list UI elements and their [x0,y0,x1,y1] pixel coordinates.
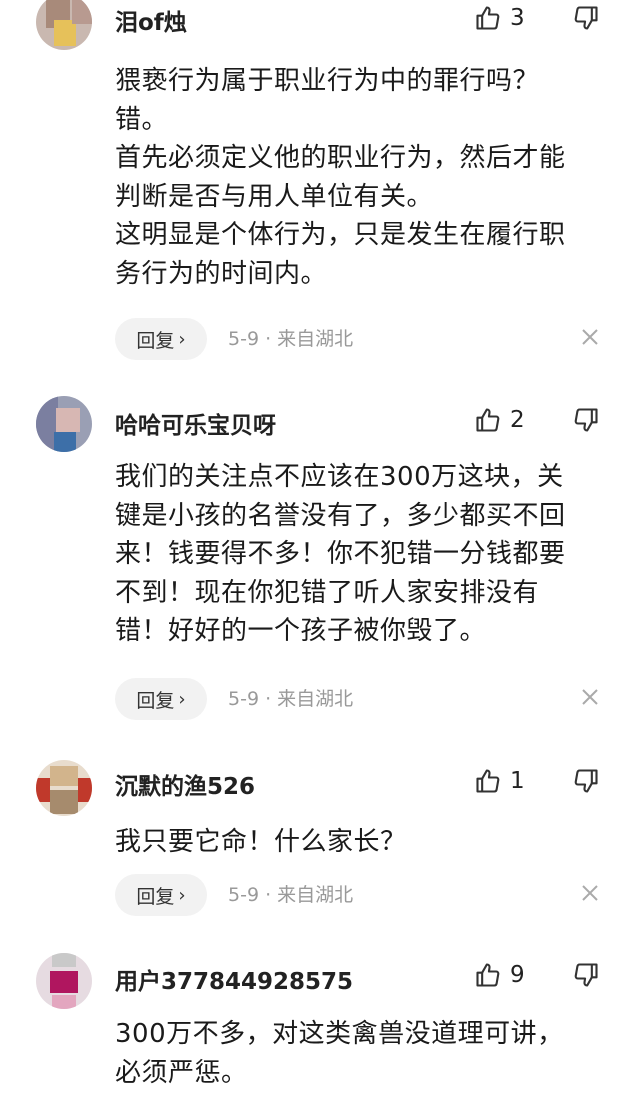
reply-label: 回复 [136,329,175,352]
like-button[interactable]: 9 [474,960,525,990]
chevron-right-icon: › [178,328,186,350]
comment-item: 用户377844928575 9 300万不多，对这类禽兽没道理可讲， 必须严惩… [0,945,640,1103]
comment-meta: 5-9 · 来自湖北 [228,688,354,710]
thumbs-up-icon [474,961,502,989]
username[interactable]: 用户377844928575 [115,962,353,996]
comment-line: 必须严惩。 [115,1057,248,1088]
dislike-button[interactable] [572,767,600,795]
thumbs-up-icon [474,4,502,32]
comment-meta: 5-9 · 来自湖北 [228,328,354,350]
avatar[interactable] [36,760,92,816]
avatar[interactable] [36,0,92,50]
thumbs-up-icon [474,767,502,795]
like-count: 1 [510,768,525,794]
avatar[interactable] [36,396,92,452]
reply-button[interactable]: 回复 › [115,678,207,720]
comment-line: 不到！现在你犯错了听人家安排没有 [115,577,540,608]
like-count: 2 [510,407,525,433]
like-count: 9 [510,962,525,988]
comment-line: 我们的关注点不应该在300万这块，关 [115,462,564,492]
chevron-right-icon: › [178,688,186,710]
dislike-button[interactable] [572,961,600,989]
comment-item: 泪of烛 3 猥亵行为属于职业行为中的罪行吗？ 错。 首先必须定义他的职业行为，… [0,0,640,380]
comment-line: 错！好好的一个孩子被你毁了。 [115,616,487,646]
reply-label: 回复 [136,885,175,908]
comment-line: 来！钱要得不多！你不犯错一分钱都要 [115,539,566,569]
thumbs-down-icon [572,4,600,32]
comment-text: 我只要它命！什么家长？ [115,823,610,862]
like-count: 3 [510,5,525,31]
comment-item: 哈哈可乐宝贝呀 2 我们的关注点不应该在300万这块，关 键是小孩的名誉没有了，… [0,392,640,732]
chevron-right-icon: › [178,884,186,906]
reply-button[interactable]: 回复 › [115,318,207,360]
comment-meta: 5-9 · 来自湖北 [228,884,354,906]
dislike-button[interactable] [572,406,600,434]
comment-line: 判断是否与用人单位有关。 [115,181,434,212]
reply-label: 回复 [136,689,175,712]
comment-line: 键是小孩的名誉没有了，多少都买不回 [115,500,566,531]
reply-button[interactable]: 回复 › [115,874,207,916]
comment-line: 这明显是个体行为，只是发生在履行职 [115,220,566,250]
comment-line: 300万不多，对这类禽兽没道理可讲， [115,1019,564,1049]
username[interactable]: 泪of烛 [115,3,187,37]
close-icon[interactable] [580,327,604,351]
thumbs-down-icon [572,961,600,989]
thumbs-down-icon [572,767,600,795]
username[interactable]: 哈哈可乐宝贝呀 [115,406,276,440]
comment-item: 沉默的渔526 1 我只要它命！什么家长？ 回复 › 5-9 · 来自湖北 [0,752,640,922]
comment-text: 我们的关注点不应该在300万这块，关 键是小孩的名誉没有了，多少都买不回 来！钱… [115,458,610,651]
username[interactable]: 沉默的渔526 [115,767,255,801]
close-icon[interactable] [580,687,604,711]
like-button[interactable]: 3 [474,3,525,33]
avatar[interactable] [36,953,92,1009]
comment-text: 300万不多，对这类禽兽没道理可讲， 必须严惩。 [115,1015,610,1092]
comment-line: 首先必须定义他的职业行为，然后才能 [115,143,566,173]
like-button[interactable]: 2 [474,405,525,435]
like-button[interactable]: 1 [474,766,525,796]
comment-line: 错。 [115,104,169,135]
comment-line: 我只要它命！什么家长？ [115,827,407,857]
close-icon[interactable] [580,883,604,907]
thumbs-down-icon [572,406,600,434]
comment-line: 务行为的时间内。 [115,258,328,289]
thumbs-up-icon [474,406,502,434]
comment-text: 猥亵行为属于职业行为中的罪行吗？ 错。 首先必须定义他的职业行为，然后才能 判断… [115,62,610,293]
dislike-button[interactable] [572,4,600,32]
comment-line: 猥亵行为属于职业行为中的罪行吗？ [115,66,540,96]
